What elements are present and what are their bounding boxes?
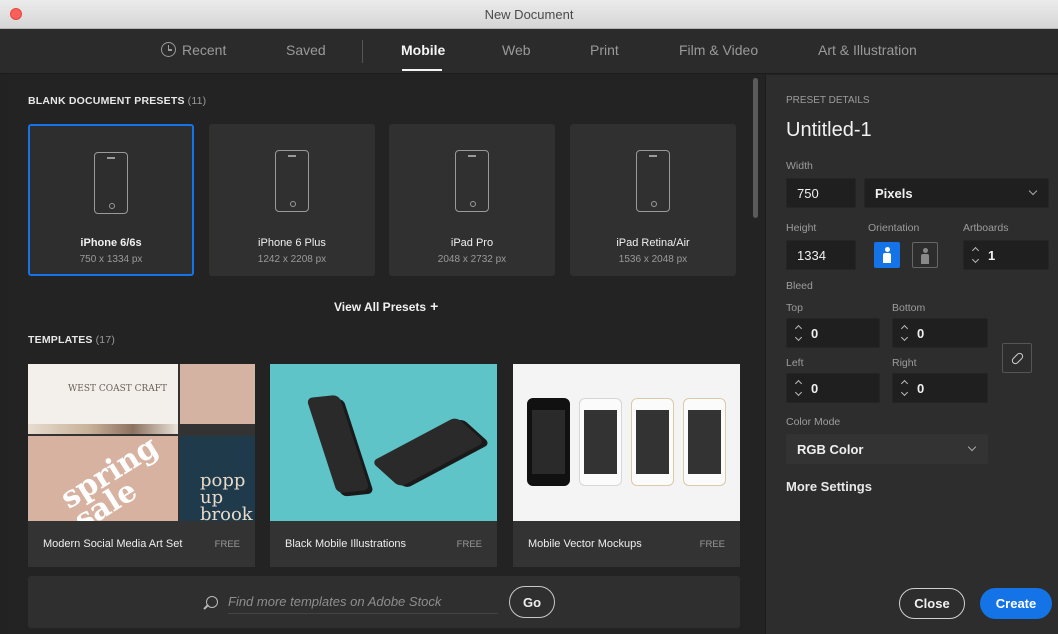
stepper-arrows-icon[interactable] [794, 323, 804, 343]
bleed-top-stepper[interactable]: 0 [786, 318, 880, 348]
phone-illustration [371, 416, 485, 488]
tablet-icon [636, 150, 670, 212]
tablet-icon [455, 150, 489, 212]
preset-details-panel: PRESET DETAILS Width 750 Pixels Height 1… [765, 75, 1058, 634]
bleed-top-label: Top [786, 302, 803, 314]
phone-mockup [631, 398, 674, 486]
bleed-right-label: Right [892, 357, 917, 369]
bleed-left-stepper[interactable]: 0 [786, 373, 880, 403]
preset-card-iphone-6-plus[interactable]: iPhone 6 Plus 1242 x 2208 px [209, 124, 375, 276]
window-title-bar: New Document [0, 0, 1058, 29]
template-card-social-media[interactable]: WEST COAST CRAFT spring sale popp up bro… [28, 364, 255, 567]
template-card-vector-mockups[interactable]: Mobile Vector Mockups FREE [513, 364, 740, 567]
preset-name: iPhone 6 Plus [258, 237, 326, 249]
landscape-icon [921, 248, 929, 264]
tab-recent[interactable]: Recent [161, 42, 226, 58]
phone-mockup [683, 398, 726, 486]
orientation-portrait-button[interactable] [874, 242, 900, 268]
bleed-label: Bleed [786, 280, 813, 292]
template-name: Modern Social Media Art Set [43, 538, 183, 550]
template-price: FREE [214, 539, 240, 550]
width-label: Width [786, 160, 813, 172]
stepper-arrows-icon[interactable] [971, 245, 981, 265]
phone-mockup [579, 398, 622, 486]
preset-card-iphone-6[interactable]: iPhone 6/6s 750 x 1334 px [28, 124, 194, 276]
template-price: FREE [456, 539, 482, 550]
phone-illustration [306, 394, 370, 494]
bleed-right-stepper[interactable]: 0 [892, 373, 988, 403]
phone-icon [94, 152, 128, 214]
preset-size: 1242 x 2208 px [257, 254, 327, 265]
height-label: Height [786, 222, 817, 234]
clock-icon [161, 42, 176, 57]
stepper-arrows-icon[interactable] [900, 378, 910, 398]
window-title: New Document [484, 7, 574, 22]
search-icon [206, 596, 218, 608]
width-input[interactable]: 750 [786, 178, 856, 208]
bleed-bottom-stepper[interactable]: 0 [892, 318, 988, 348]
template-name: Black Mobile Illustrations [285, 538, 407, 550]
category-tabs: Recent Saved Mobile Web Print Film & Vid… [0, 29, 1058, 74]
units-dropdown[interactable]: Pixels [864, 178, 1049, 208]
preset-name: iPad Pro [450, 237, 494, 249]
orientation-label: Orientation [868, 222, 920, 234]
template-thumbnail [270, 364, 497, 521]
templates-heading: TEMPLATES (17) [28, 334, 116, 346]
preset-size: 2048 x 2732 px [437, 254, 507, 265]
preset-card-ipad-pro[interactable]: iPad Pro 2048 x 2732 px [389, 124, 555, 276]
tab-mobile[interactable]: Mobile [401, 42, 445, 58]
plus-icon: + [430, 298, 439, 314]
blank-presets-heading: BLANK DOCUMENT PRESETS (11) [28, 95, 207, 107]
view-all-presets-link[interactable]: View All Presets + [334, 298, 438, 314]
height-input[interactable]: 1334 [786, 240, 856, 270]
artboards-label: Artboards [963, 222, 1009, 234]
more-settings-link[interactable]: More Settings [786, 479, 872, 494]
stock-search-input[interactable] [228, 590, 498, 614]
artboards-stepper[interactable]: 1 [963, 240, 1049, 270]
template-name: Mobile Vector Mockups [528, 538, 642, 550]
template-thumbnail: WEST COAST CRAFT spring sale popp up bro… [28, 364, 255, 521]
preset-card-ipad-retina[interactable]: iPad Retina/Air 1536 x 2048 px [570, 124, 736, 276]
close-button[interactable]: Close [899, 588, 965, 619]
link-icon [1010, 351, 1025, 366]
presets-scrollbar[interactable] [753, 78, 758, 218]
preset-name: iPhone 6/6s [80, 237, 142, 249]
go-button[interactable]: Go [509, 586, 555, 618]
template-thumbnail [513, 364, 740, 521]
preset-details-heading: PRESET DETAILS [786, 95, 870, 106]
stepper-arrows-icon[interactable] [900, 323, 910, 343]
create-button[interactable]: Create [980, 588, 1052, 619]
preset-size: 750 x 1334 px [79, 254, 143, 265]
template-price: FREE [699, 539, 725, 550]
color-mode-label: Color Mode [786, 416, 841, 428]
preset-name: iPad Retina/Air [616, 237, 690, 249]
link-bleed-button[interactable] [1002, 343, 1032, 373]
tab-art-illustration[interactable]: Art & Illustration [818, 42, 917, 58]
bleed-bottom-label: Bottom [892, 302, 926, 314]
active-tab-indicator [402, 69, 442, 71]
preset-size: 1536 x 2048 px [618, 254, 688, 265]
portrait-icon [883, 247, 891, 263]
stepper-arrows-icon[interactable] [794, 378, 804, 398]
tab-web[interactable]: Web [502, 42, 531, 58]
color-mode-dropdown[interactable]: RGB Color [786, 434, 988, 464]
tab-separator [362, 40, 363, 63]
phone-icon [275, 150, 309, 212]
phone-mockup [527, 398, 570, 486]
template-card-black-mobile[interactable]: Black Mobile Illustrations FREE [270, 364, 497, 567]
bleed-left-label: Left [786, 357, 804, 369]
stock-search-bar: Go [28, 576, 740, 628]
chevron-down-icon [967, 442, 977, 452]
chevron-down-icon [1028, 186, 1038, 196]
orientation-landscape-button[interactable] [912, 242, 938, 268]
tab-saved[interactable]: Saved [286, 42, 326, 58]
tab-print[interactable]: Print [590, 42, 619, 58]
tab-film-video[interactable]: Film & Video [679, 42, 758, 58]
document-name-input[interactable] [786, 119, 1006, 142]
